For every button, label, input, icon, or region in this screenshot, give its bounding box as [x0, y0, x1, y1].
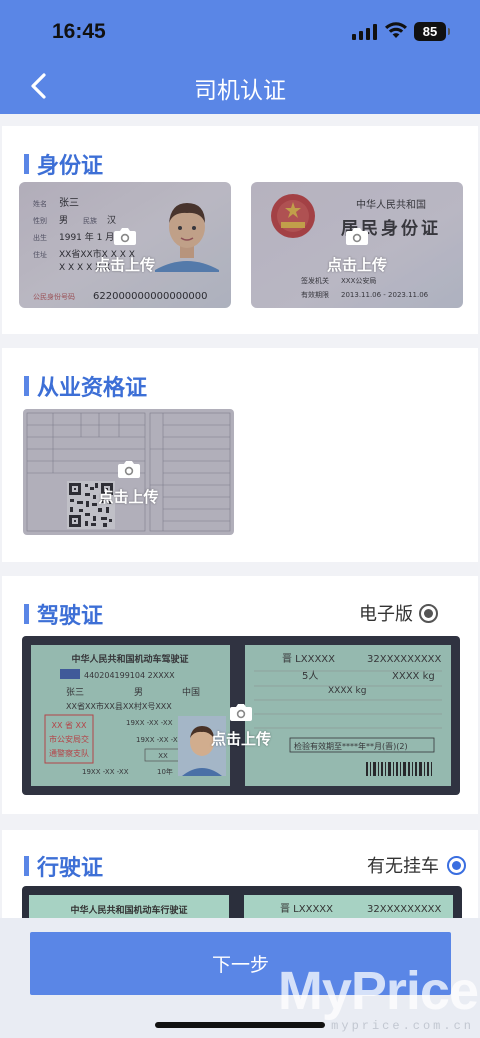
section-title-label: 身份证 — [37, 154, 104, 179]
section-title-label: 从业资格证 — [37, 376, 148, 401]
section-title-driver-license: 驾驶证 — [24, 598, 103, 630]
upload-overlay: 点击上传 — [22, 636, 460, 795]
electronic-version-toggle[interactable]: 电子版 — [359, 600, 438, 626]
upload-label: 点击上传 — [94, 256, 155, 274]
watermark-url: myprice.com.cn — [331, 1019, 474, 1033]
driver-license-section: 驾驶证 电子版 中华人民共和国机动车驾驶证 440204199104 2XXXX… — [2, 576, 478, 814]
camera-icon — [346, 228, 368, 245]
radio-icon[interactable] — [419, 603, 438, 623]
section-title-qualification: 从业资格证 — [24, 370, 147, 402]
id-card-section: 身份证 姓名 张三 性别 男 民族 汉 出生 1991 年 1 月 住址 XX省… — [2, 126, 478, 334]
id-card-front-upload[interactable]: 姓名 张三 性别 男 民族 汉 出生 1991 年 1 月 住址 XX省XX市X… — [19, 182, 231, 308]
section-title-label: 行驶证 — [37, 856, 104, 881]
vehicle-license-section: 行驶证 有无挂车 中华人民共和国机动车行驶证 晋 LXXXXX 32XXXXXX… — [2, 830, 478, 930]
driver-license-upload[interactable]: 中华人民共和国机动车驾驶证 440204199104 2XXXX 张三 男 中国… — [22, 636, 460, 795]
radio-icon[interactable] — [447, 855, 466, 875]
home-indicator[interactable] — [155, 1022, 325, 1028]
trailer-option-label: 有无挂车 — [367, 856, 439, 877]
upload-overlay: 点击上传 — [251, 182, 463, 308]
nav-bar: 司机认证 — [0, 60, 480, 114]
upload-label: 点击上传 — [210, 730, 271, 748]
cellular-signal-icon — [352, 24, 378, 40]
camera-icon — [230, 704, 252, 721]
battery-icon: 85 — [414, 22, 450, 41]
qualification-section: 从业资格证 点击上传 — [2, 348, 478, 562]
status-bar: 16:45 85 — [0, 0, 480, 60]
watermark-logo: MyPrice — [277, 961, 479, 1021]
id-card-back-upload[interactable]: 中华人民共和国 居民身份证 签发机关 XXX公安局 有效期限 2013.11.0… — [251, 182, 463, 308]
camera-icon — [117, 461, 140, 478]
vl-file-no: 32XXXXXXXXX — [367, 904, 442, 915]
upload-overlay: 点击上传 — [23, 409, 234, 535]
vl-plate: 晋 LXXXXX — [280, 903, 333, 915]
section-title-label: 驾驶证 — [37, 604, 104, 629]
qualification-upload[interactable]: 点击上传 — [23, 409, 234, 535]
camera-icon — [114, 228, 136, 245]
page-title: 司机认证 — [194, 78, 286, 104]
wifi-icon — [385, 22, 407, 38]
status-time: 16:45 — [52, 20, 106, 43]
upload-label: 点击上传 — [326, 256, 387, 274]
upload-overlay: 点击上传 — [19, 182, 231, 308]
section-title-vehicle-license: 行驶证 — [24, 850, 103, 882]
upload-label: 点击上传 — [98, 488, 159, 506]
trailer-toggle[interactable]: 有无挂车 — [367, 852, 466, 878]
section-title-id-card: 身份证 — [24, 148, 103, 180]
electronic-version-label: 电子版 — [359, 604, 413, 625]
vl-header: 中华人民共和国机动车行驶证 — [70, 904, 187, 916]
footer: 下一步 MyPrice myprice.com.cn — [0, 918, 480, 1038]
